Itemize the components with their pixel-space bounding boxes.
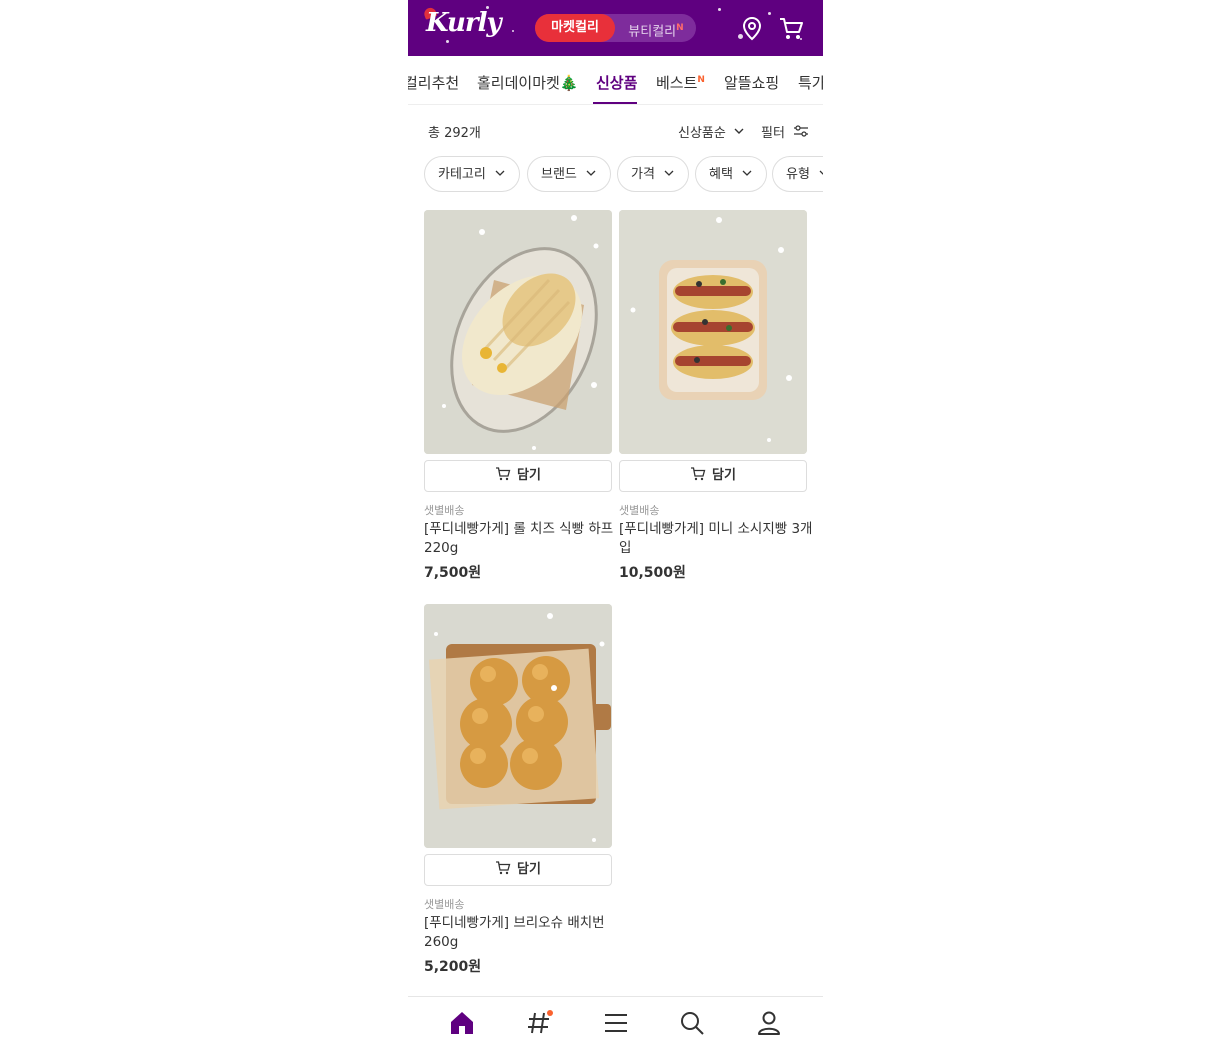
- bottom-navigation: [408, 996, 823, 1050]
- chip-label: 브랜드: [541, 167, 577, 182]
- chip-label: 유형: [786, 167, 810, 182]
- tab-holiday-market[interactable]: 홀리데이마켓🎄: [477, 72, 578, 93]
- tab-special[interactable]: 특가: [798, 72, 823, 93]
- new-badge: N: [697, 75, 705, 85]
- chevron-down-icon: [819, 170, 823, 175]
- add-to-cart-label: 담기: [712, 468, 736, 483]
- product-image-roll-cheese-bread[interactable]: [424, 210, 612, 454]
- product-name[interactable]: [푸디네빵가게] 브리오슈 배치번 260g: [424, 914, 618, 952]
- beauty-kurly-label: 뷰티컬리: [628, 24, 677, 40]
- delivery-type: 샛별배송: [424, 898, 465, 911]
- mini-sausage-bread-photo: [619, 210, 807, 454]
- add-to-cart-button[interactable]: 담기: [424, 460, 612, 492]
- chip-brand[interactable]: 브랜드: [527, 156, 612, 192]
- hashtag-icon[interactable]: [525, 1009, 553, 1037]
- cart-icon: [691, 467, 706, 481]
- product-price: 7,500원: [424, 565, 482, 581]
- app-screen: Kurly 마켓컬리 뷰티컬리N 컬리추천 홀리데이마켓🎄 신상품 베스트N 알…: [408, 0, 823, 1050]
- chip-benefit[interactable]: 혜택: [695, 156, 768, 192]
- add-to-cart-button[interactable]: 담기: [619, 460, 807, 492]
- chip-label: 혜택: [709, 167, 733, 182]
- add-to-cart-label: 담기: [517, 468, 541, 483]
- product-card[interactable]: 담기 샛별배송 [푸디네빵가게] 롤 치즈 식빵 하프 220g 7,500원: [424, 210, 613, 590]
- home-icon[interactable]: [448, 1009, 476, 1037]
- listing-toolbar: 총 292개 신상품순 필터: [408, 112, 823, 148]
- chevron-down-icon: [664, 170, 674, 176]
- user-icon[interactable]: [755, 1009, 783, 1037]
- chip-label: 카테고리: [438, 167, 486, 182]
- filter-label: 필터: [761, 126, 785, 141]
- category-tabs: 컬리추천 홀리데이마켓🎄 신상품 베스트N 알뜰쇼핑 특가: [408, 56, 823, 105]
- roll-cheese-bread-photo: [424, 210, 612, 454]
- location-icon[interactable]: [738, 14, 766, 42]
- top-header: Kurly 마켓컬리 뷰티컬리N: [408, 0, 823, 56]
- product-image-mini-sausage-bread[interactable]: [619, 210, 807, 454]
- chevron-down-icon: [742, 170, 752, 176]
- menu-icon[interactable]: [602, 1009, 630, 1037]
- product-name[interactable]: [푸디네빵가게] 미니 소시지빵 3개입: [619, 520, 813, 558]
- product-name[interactable]: [푸디네빵가게] 롤 치즈 식빵 하프 220g: [424, 520, 618, 558]
- chip-category[interactable]: 카테고리: [424, 156, 520, 192]
- cart-icon: [496, 861, 511, 875]
- search-icon[interactable]: [678, 1009, 706, 1037]
- market-switch[interactable]: 마켓컬리 뷰티컬리N: [535, 14, 696, 42]
- add-to-cart-button[interactable]: 담기: [424, 854, 612, 886]
- chevron-down-icon: [586, 170, 596, 176]
- delivery-type: 샛별배송: [619, 504, 660, 517]
- market-kurly-tab[interactable]: 마켓컬리: [535, 14, 615, 42]
- kurly-logo[interactable]: Kurly: [426, 8, 502, 38]
- product-price: 10,500원: [619, 565, 686, 581]
- product-price: 5,200원: [424, 959, 482, 975]
- tab-bargain[interactable]: 알뜰쇼핑: [724, 72, 779, 93]
- cart-icon[interactable]: [777, 14, 805, 42]
- new-badge: N: [676, 23, 684, 33]
- tab-new-products[interactable]: 신상품: [596, 72, 637, 93]
- filter-chips: 카테고리 브랜드 가격 혜택 유형: [408, 156, 823, 196]
- active-tab-indicator: [593, 102, 637, 104]
- delivery-type: 샛별배송: [424, 504, 465, 517]
- product-card[interactable]: 담기 샛별배송 [푸디네빵가게] 미니 소시지빵 3개입 10,500원: [619, 210, 812, 590]
- filter-button[interactable]: 필터: [761, 122, 809, 141]
- chip-type[interactable]: 유형: [772, 156, 823, 192]
- cart-icon: [496, 467, 511, 481]
- chip-label: 가격: [631, 167, 655, 182]
- chevron-down-icon: [495, 170, 505, 176]
- add-to-cart-label: 담기: [517, 862, 541, 877]
- chevron-down-icon: [734, 128, 744, 134]
- beauty-kurly-tab[interactable]: 뷰티컬리N: [617, 14, 695, 42]
- tab-best-label: 베스트: [656, 74, 698, 92]
- sort-label: 신상품순: [678, 126, 726, 141]
- sliders-icon: [794, 125, 809, 137]
- tab-kurly-recommend[interactable]: 컬리추천: [408, 72, 459, 93]
- product-card[interactable]: 담기 샛별배송 [푸디네빵가게] 브리오슈 배치번 260g 5,200원: [424, 604, 612, 984]
- product-count: 총 292개: [428, 126, 481, 141]
- brioche-batch-bun-photo: [424, 604, 612, 848]
- tab-best[interactable]: 베스트N: [656, 72, 705, 93]
- chip-price[interactable]: 가격: [617, 156, 690, 192]
- product-image-brioche-batch-bun[interactable]: [424, 604, 612, 848]
- sort-dropdown[interactable]: 신상품순: [678, 122, 745, 141]
